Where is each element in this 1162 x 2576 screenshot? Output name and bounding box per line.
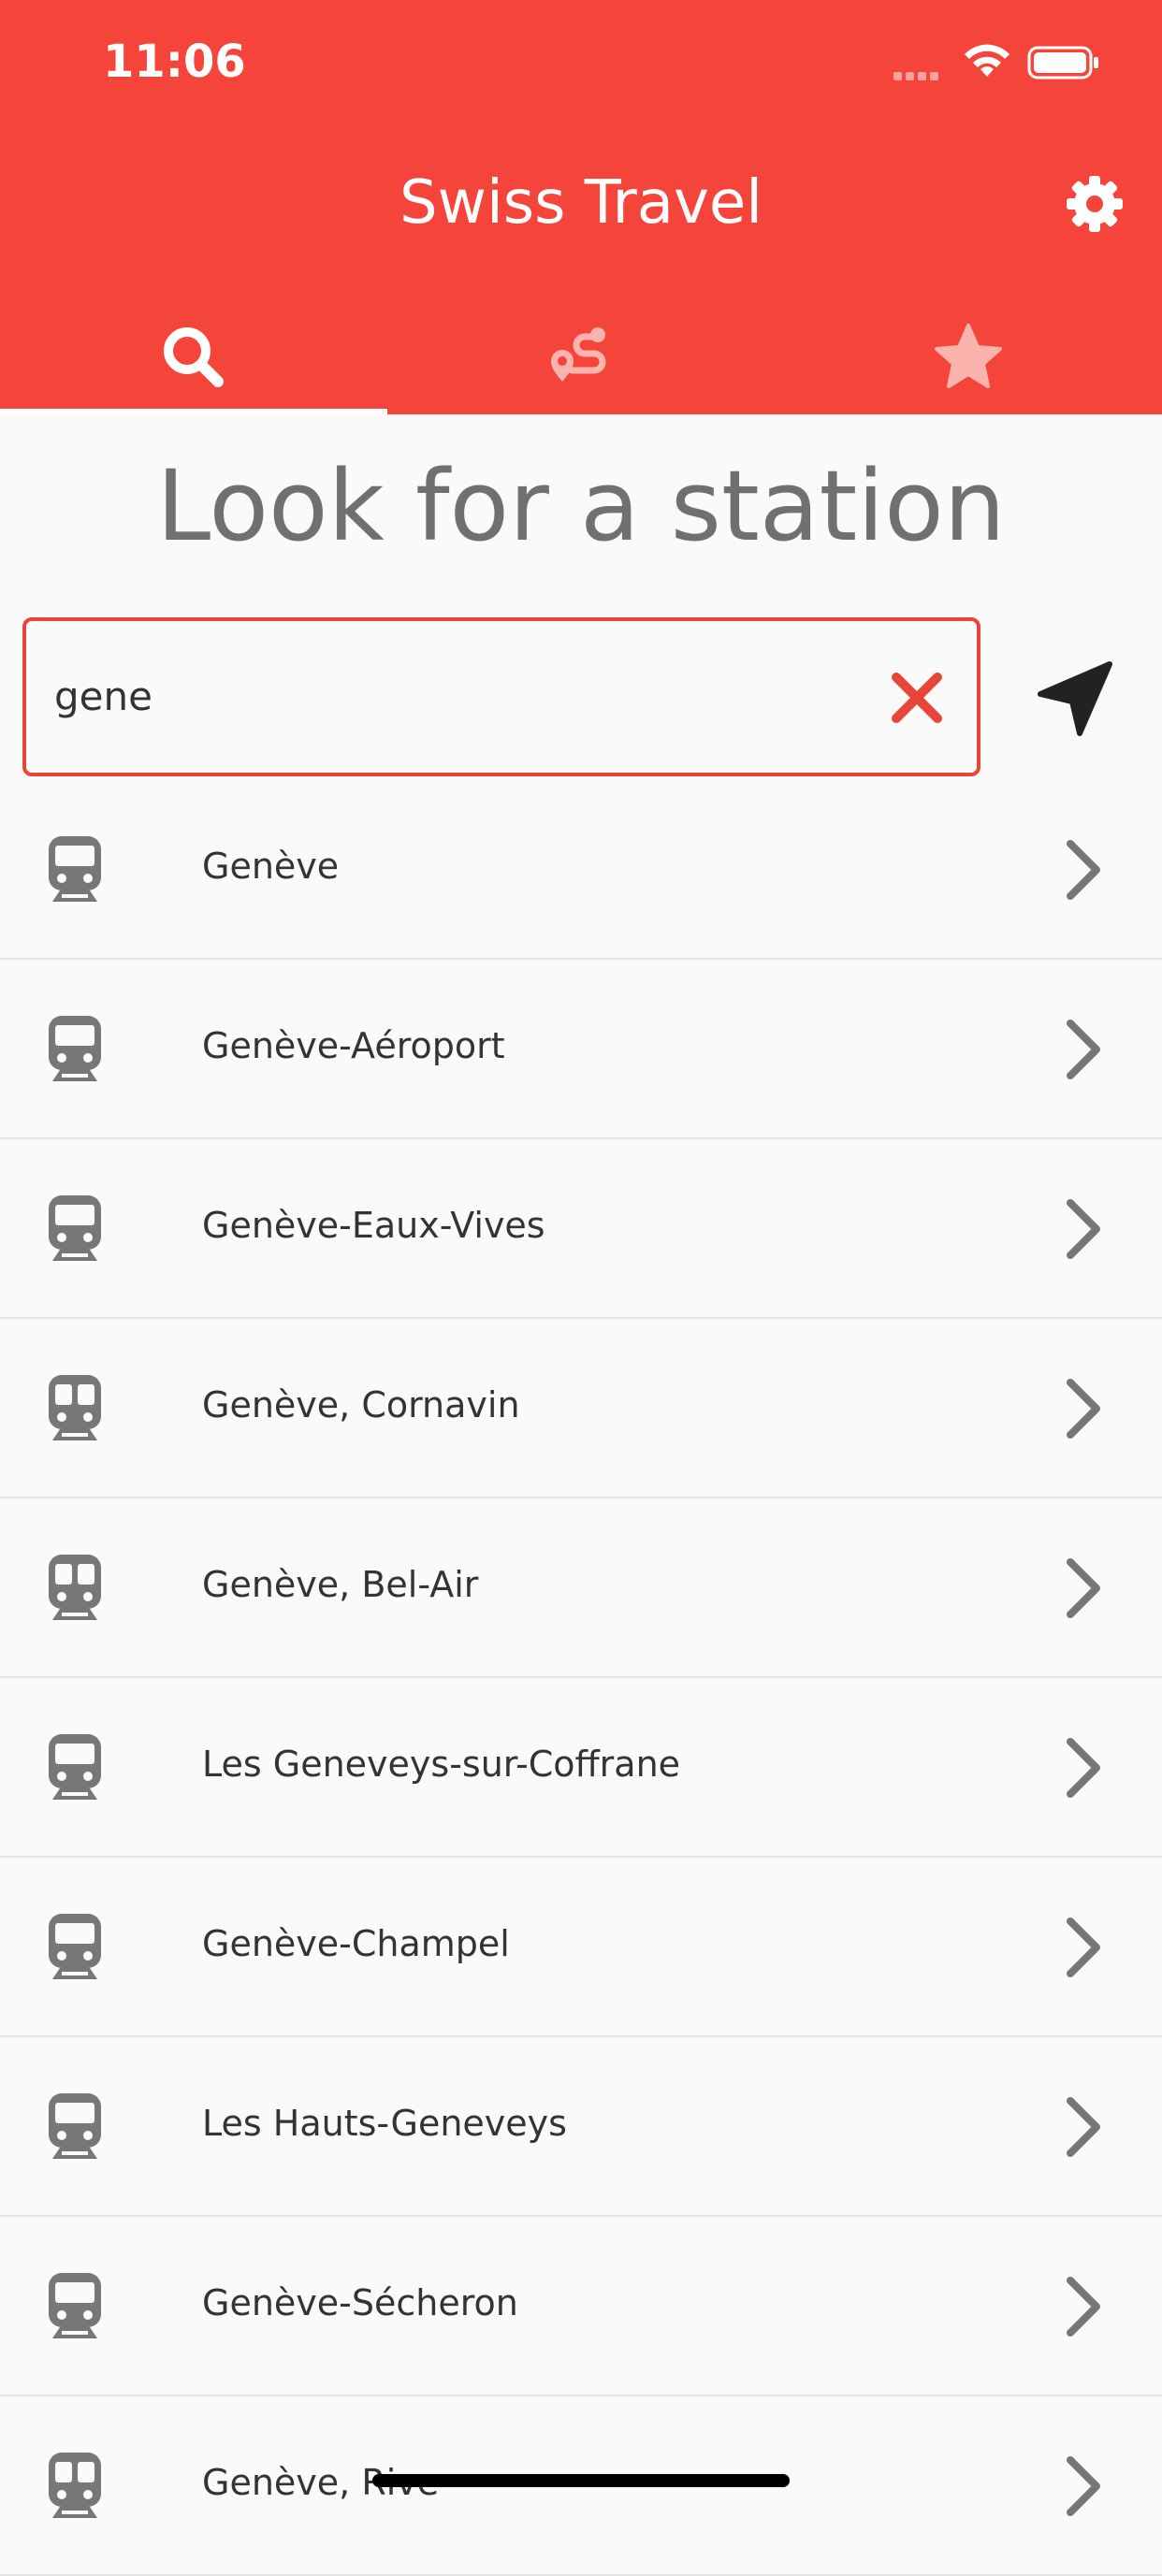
chevron-right-icon — [1059, 2093, 1108, 2161]
train-icon — [39, 1014, 110, 1085]
clear-search-button[interactable] — [887, 668, 947, 728]
battery-icon — [1027, 46, 1098, 80]
station-list: Genève Genève-Aéroport Genève-Eaux-Vives Ge… — [0, 780, 1162, 2576]
tab-favorites[interactable] — [775, 299, 1162, 414]
station-list-item[interactable]: Genève-Champel — [0, 1858, 1162, 2037]
station-list-item[interactable]: Genève, Cornavin — [0, 1319, 1162, 1498]
station-name: Genève-Aéroport — [202, 1025, 505, 1066]
app-header: 11:06 Swiss Travel — [0, 0, 1162, 414]
search-box — [22, 617, 980, 776]
cellular-signal-icon — [893, 68, 942, 85]
station-name: Genève-Champel — [202, 1923, 510, 1964]
station-list-item[interactable]: Genève, Bel-Air — [0, 1498, 1162, 1678]
tab-route[interactable] — [387, 299, 775, 414]
chevron-right-icon — [1059, 836, 1108, 904]
chevron-right-icon — [1059, 1734, 1108, 1802]
search-input[interactable] — [54, 658, 878, 733]
chevron-right-icon — [1059, 2453, 1108, 2520]
station-name: Les Hauts-Geneveys — [202, 2103, 567, 2144]
station-name: Genève-Sécheron — [202, 2282, 518, 2323]
settings-button[interactable] — [1063, 172, 1126, 236]
chevron-right-icon — [1059, 2273, 1108, 2340]
train-icon — [39, 1732, 110, 1803]
active-tab-indicator — [0, 409, 387, 414]
train-icon — [39, 2091, 110, 2163]
train-icon — [39, 834, 110, 905]
home-indicator — [372, 2474, 790, 2487]
station-list-item[interactable]: Les Hauts-Geneveys — [0, 2037, 1162, 2217]
train-icon — [39, 1912, 110, 1983]
app-title: Swiss Travel — [399, 168, 763, 238]
close-icon — [892, 673, 942, 723]
station-list-item[interactable]: Les Geneveys-sur-Coffrane — [0, 1678, 1162, 1858]
search-icon — [164, 326, 224, 387]
station-name: Genève, Bel-Air — [202, 1564, 479, 1605]
station-list-item[interactable]: Genève — [0, 780, 1162, 960]
locate-me-button[interactable] — [1029, 655, 1119, 745]
chevron-right-icon — [1059, 1555, 1108, 1622]
tram-icon — [39, 1373, 110, 1444]
station-name: Genève — [202, 846, 340, 887]
tram-icon — [39, 1553, 110, 1624]
station-name: Genève-Eaux-Vives — [202, 1205, 545, 1246]
station-list-item[interactable]: Genève-Sécheron — [0, 2217, 1162, 2396]
tram-icon — [39, 2451, 110, 2522]
chevron-right-icon — [1059, 1016, 1108, 1083]
page-title: Look for a station — [156, 449, 1006, 563]
station-name: Les Geneveys-sur-Coffrane — [202, 1744, 681, 1785]
status-time: 11:06 — [103, 36, 246, 88]
train-icon — [39, 1194, 110, 1265]
wifi-icon — [965, 44, 1009, 77]
station-name: Genève, Cornavin — [202, 1384, 520, 1425]
station-list-item[interactable]: Genève-Eaux-Vives — [0, 1139, 1162, 1319]
location-arrow-icon — [1038, 661, 1112, 736]
chevron-right-icon — [1059, 1375, 1108, 1442]
chevron-right-icon — [1059, 1914, 1108, 1981]
star-icon — [935, 323, 1002, 388]
train-icon — [39, 2271, 110, 2342]
station-list-item[interactable]: Genève-Aéroport — [0, 960, 1162, 1139]
tab-search[interactable] — [0, 299, 387, 414]
chevron-right-icon — [1059, 1195, 1108, 1263]
route-icon — [551, 326, 606, 382]
